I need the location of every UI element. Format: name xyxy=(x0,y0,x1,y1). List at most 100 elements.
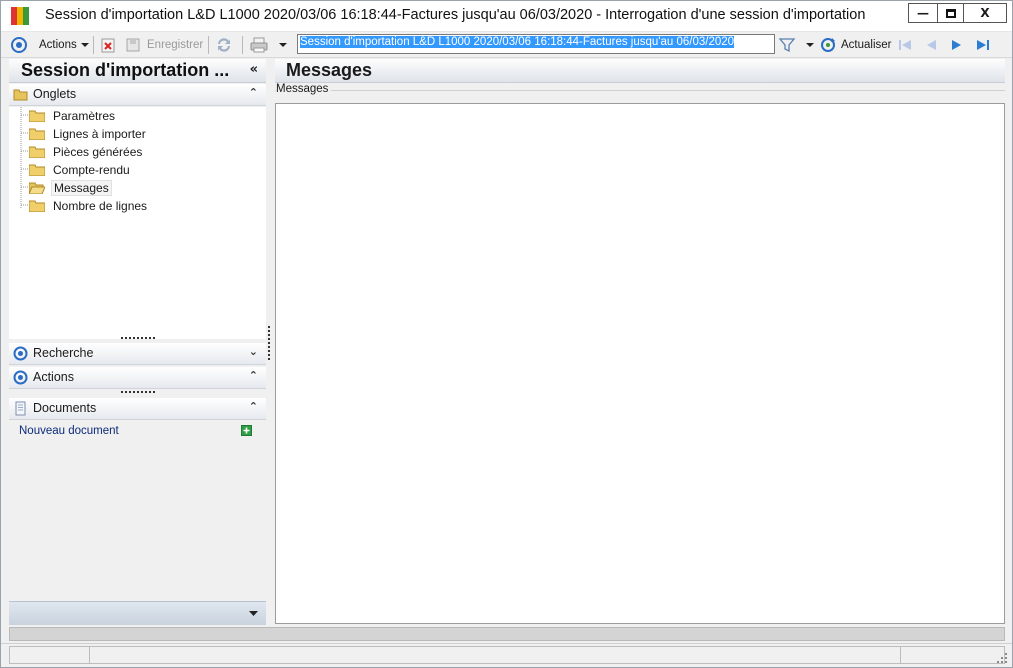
resize-grip-icon[interactable] xyxy=(996,652,1008,664)
actions-section-label: Actions xyxy=(33,370,74,384)
sync-button[interactable] xyxy=(215,35,233,55)
refresh-icon xyxy=(821,38,835,52)
tab-label: Pièces générées xyxy=(53,145,143,159)
tab-messages[interactable]: Messages xyxy=(29,179,112,197)
folder-icon xyxy=(29,164,45,176)
chevron-up-icon[interactable]: ⌃ xyxy=(249,400,258,413)
folder-icon xyxy=(13,89,28,101)
session-selector-value: Session d'importation L&D L1000 2020/03/… xyxy=(300,36,735,48)
previous-record-button[interactable] xyxy=(923,35,939,55)
folder-icon xyxy=(29,128,45,140)
delete-button[interactable] xyxy=(100,35,116,55)
target-icon xyxy=(13,346,28,361)
printer-icon xyxy=(250,37,268,53)
tabs-section-header[interactable]: Onglets ⌃ xyxy=(9,84,266,106)
delete-icon xyxy=(101,38,115,53)
session-selector-input[interactable]: Session d'importation L&D L1000 2020/03/… xyxy=(297,34,775,54)
first-record-button[interactable] xyxy=(897,35,913,55)
content-panel-title: Messages xyxy=(286,60,373,80)
documents-section-label: Documents xyxy=(33,401,97,415)
maximize-button[interactable] xyxy=(937,3,964,23)
collapse-panel-icon[interactable]: « xyxy=(250,62,258,77)
tabs-tree: Paramètres Lignes à importer Pièces géné… xyxy=(9,107,266,339)
tab-nombre-de-lignes[interactable]: Nombre de lignes xyxy=(29,197,149,215)
messages-group-label: Messages xyxy=(276,83,332,95)
vertical-splitter-grip[interactable] xyxy=(268,326,270,360)
print-button[interactable] xyxy=(249,35,288,55)
content-panel: Messages Messages xyxy=(275,59,1005,625)
folder-icon xyxy=(29,200,45,212)
toolbar-separator xyxy=(93,36,94,54)
left-panel-footer xyxy=(9,601,266,625)
messages-list[interactable] xyxy=(275,103,1005,624)
tab-lignes-a-importer[interactable]: Lignes à importer xyxy=(29,125,148,143)
tab-label: Messages xyxy=(51,180,112,196)
app-window: Session d'importation L&D L1000 2020/03/… xyxy=(0,0,1013,668)
status-cell xyxy=(900,646,1005,664)
sync-icon xyxy=(218,38,230,52)
refresh-button[interactable]: Actualiser xyxy=(819,35,892,55)
chevron-up-icon[interactable]: ⌃ xyxy=(249,369,258,382)
status-cell xyxy=(89,646,901,664)
tab-compte-rendu[interactable]: Compte-rendu xyxy=(29,161,132,179)
dropdown-arrow-icon xyxy=(80,43,89,47)
left-panel-title: Session d'importation ... xyxy=(21,60,230,80)
filter-button[interactable] xyxy=(779,35,815,55)
folder-icon xyxy=(29,146,45,158)
target-icon-button[interactable] xyxy=(10,35,28,55)
splitter-grip[interactable] xyxy=(121,391,155,393)
dropdown-arrow-icon[interactable] xyxy=(278,41,288,49)
horizontal-scrollbar[interactable] xyxy=(9,627,1005,641)
add-icon[interactable] xyxy=(241,425,252,436)
toolbar-separator xyxy=(208,36,209,54)
tab-parametres[interactable]: Paramètres xyxy=(29,107,117,125)
app-icon xyxy=(11,7,29,25)
save-label: Enregistrer xyxy=(147,39,204,51)
open-folder-icon xyxy=(29,182,45,194)
tab-pieces-generees[interactable]: Pièces générées xyxy=(29,143,144,161)
chevron-up-icon[interactable]: ⌃ xyxy=(249,86,258,99)
left-panel-header: Session d'importation ... « xyxy=(9,59,266,83)
last-icon xyxy=(977,40,989,50)
content-panel-header: Messages xyxy=(275,59,1005,83)
close-button[interactable]: X xyxy=(963,3,1007,23)
dropdown-arrow-icon xyxy=(806,43,814,47)
close-icon: X xyxy=(980,6,990,20)
refresh-label: Actualiser xyxy=(841,39,892,51)
window-title: Session d'importation L&D L1000 2020/03/… xyxy=(45,7,866,23)
folder-icon xyxy=(29,110,45,122)
minimize-button[interactable]: — xyxy=(908,3,938,23)
tab-label: Compte-rendu xyxy=(53,163,130,177)
new-document-link[interactable]: Nouveau document xyxy=(19,425,119,437)
search-section-header[interactable]: Recherche ⌄ xyxy=(9,343,266,365)
status-cell xyxy=(9,646,90,664)
actions-menu-button[interactable]: Actions xyxy=(39,35,90,55)
left-navigation-panel: Session d'importation ... « Onglets ⌃ Pa… xyxy=(9,59,266,625)
minimize-icon: — xyxy=(917,6,929,20)
documents-section-header[interactable]: Documents ⌃ xyxy=(9,398,266,420)
group-box-line xyxy=(275,90,1005,91)
actions-section-header[interactable]: Actions ⌃ xyxy=(9,367,266,389)
tab-label: Paramètres xyxy=(53,109,116,123)
search-section-label: Recherche xyxy=(33,346,94,360)
maximize-icon xyxy=(945,8,956,18)
actions-menu-label: Actions xyxy=(39,39,77,51)
tabs-section-label: Onglets xyxy=(33,87,77,101)
chevron-down-icon[interactable]: ⌄ xyxy=(249,345,258,358)
next-icon xyxy=(952,40,961,50)
target-icon xyxy=(11,37,27,53)
chevron-down-icon[interactable] xyxy=(249,611,258,617)
target-icon xyxy=(13,370,28,385)
tab-label: Lignes à importer xyxy=(53,127,146,141)
document-icon xyxy=(15,401,26,416)
previous-icon xyxy=(927,40,936,50)
splitter-grip[interactable] xyxy=(121,337,155,339)
first-icon xyxy=(899,40,911,50)
last-record-button[interactable] xyxy=(975,35,991,55)
documents-area: Nouveau document xyxy=(9,421,266,601)
next-record-button[interactable] xyxy=(949,35,965,55)
tab-label: Nombre de lignes xyxy=(53,199,148,213)
save-button[interactable]: Enregistrer xyxy=(125,35,203,55)
filter-icon xyxy=(779,38,795,53)
save-icon xyxy=(126,38,140,52)
